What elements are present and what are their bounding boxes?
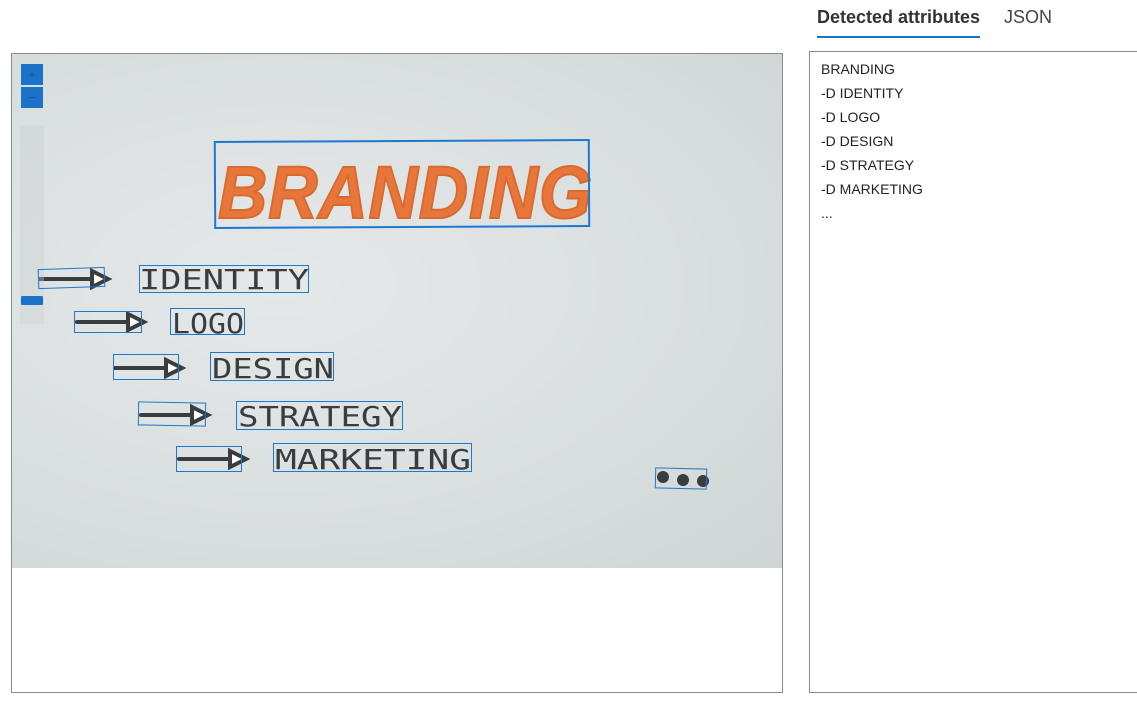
attribute-item: -D LOGO bbox=[821, 109, 881, 125]
zoom-slider-track[interactable] bbox=[20, 126, 44, 324]
zoom-out-button[interactable]: − bbox=[21, 87, 43, 108]
attribute-item: BRANDING bbox=[821, 61, 895, 77]
bbox-arrow-1[interactable] bbox=[37, 266, 106, 290]
bbox-arrow-3[interactable] bbox=[113, 354, 179, 380]
bbox-arrow-4[interactable] bbox=[137, 401, 207, 427]
attribute-list: BRANDING -D IDENTITY -D LOGO -D DESIGN -… bbox=[821, 62, 923, 230]
bbox-design[interactable] bbox=[210, 352, 334, 381]
tab-detected-attributes[interactable]: Detected attributes bbox=[817, 7, 980, 28]
attribute-item: -D IDENTITY bbox=[821, 85, 904, 101]
attribute-item: -D MARKETING bbox=[821, 181, 923, 197]
attribute-item: -D STRATEGY bbox=[821, 157, 915, 173]
image-viewer[interactable]: BRANDING IDENTITY LOGO DESIGN STRATEGY M… bbox=[11, 53, 783, 693]
bbox-logo[interactable] bbox=[170, 308, 245, 335]
bbox-branding[interactable] bbox=[213, 139, 591, 229]
bbox-arrow-5[interactable] bbox=[176, 446, 242, 472]
tab-json[interactable]: JSON bbox=[1004, 7, 1052, 28]
zoom-slider-thumb[interactable] bbox=[21, 296, 43, 305]
zoom-in-button[interactable]: + bbox=[21, 64, 43, 85]
detected-attributes-panel[interactable]: BRANDING -D IDENTITY -D LOGO -D DESIGN -… bbox=[809, 51, 1137, 693]
attribute-item: ... bbox=[821, 205, 833, 221]
active-tab-indicator bbox=[817, 36, 980, 38]
bbox-strategy[interactable] bbox=[236, 401, 403, 430]
attribute-item: -D DESIGN bbox=[821, 133, 894, 149]
bbox-marketing[interactable] bbox=[273, 443, 472, 472]
bbox-arrow-2[interactable] bbox=[74, 311, 142, 333]
bbox-ellipsis[interactable] bbox=[654, 467, 708, 490]
bbox-identity[interactable] bbox=[139, 265, 309, 293]
image-canvas[interactable]: BRANDING IDENTITY LOGO DESIGN STRATEGY M… bbox=[12, 54, 782, 568]
